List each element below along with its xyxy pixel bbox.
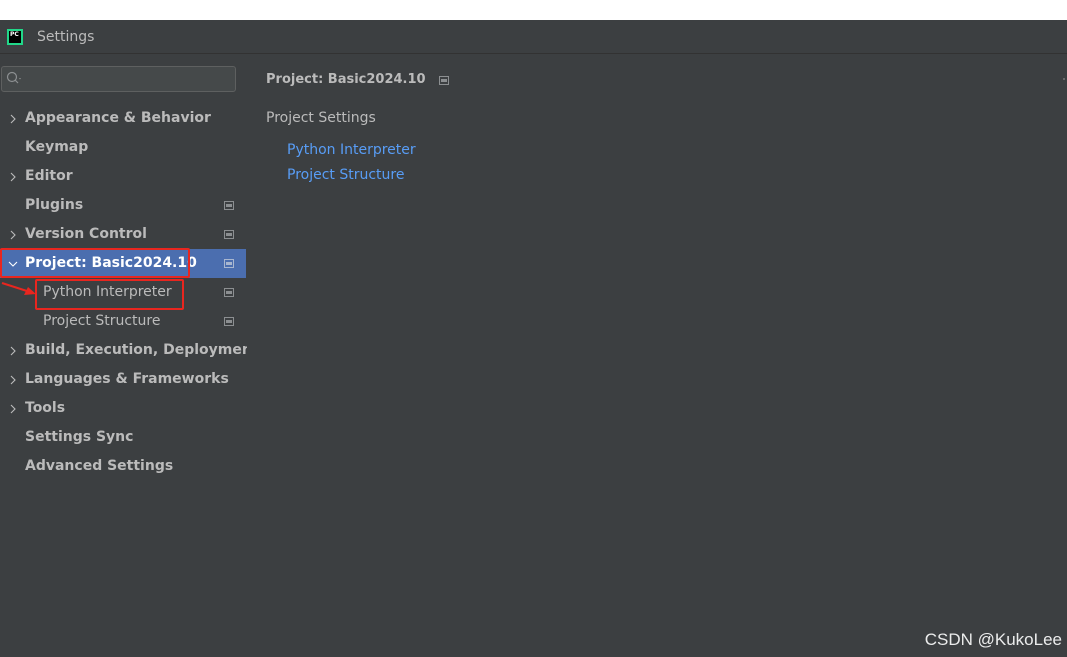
project-level-icon bbox=[224, 201, 234, 210]
project-level-icon bbox=[224, 259, 234, 268]
section-title: Project Settings bbox=[266, 110, 376, 126]
tree-item-label: Languages & Frameworks bbox=[25, 371, 229, 387]
tree-item-advanced-settings[interactable]: Advanced Settings bbox=[0, 452, 246, 481]
chevron-right-icon[interactable] bbox=[7, 104, 19, 133]
watermark: CSDN @KukoLee bbox=[924, 630, 1062, 649]
tree-item-settings-sync[interactable]: Settings Sync bbox=[0, 423, 246, 452]
link-python-interpreter[interactable]: Python Interpreter bbox=[287, 142, 416, 158]
chevron-right-icon[interactable] bbox=[7, 162, 19, 191]
breadcrumb: Project: Basic2024.10 bbox=[266, 71, 449, 89]
tree-item-tools[interactable]: Tools bbox=[0, 394, 246, 423]
tree-item-label: Version Control bbox=[25, 226, 147, 242]
tree-item-keymap[interactable]: Keymap bbox=[0, 133, 246, 162]
title-bar: PC Settings bbox=[0, 20, 1067, 54]
tree-item-label: Appearance & Behavior bbox=[25, 110, 211, 126]
tree-item-label: Settings Sync bbox=[25, 429, 134, 445]
settings-sidebar: Appearance & Behavior Keymap Editor Plug… bbox=[0, 54, 259, 657]
tree-item-version-control[interactable]: Version Control bbox=[0, 220, 246, 249]
tree-item-label: Python Interpreter bbox=[43, 284, 172, 300]
tree-item-appearance[interactable]: Appearance & Behavior bbox=[0, 104, 246, 133]
tree-item-project[interactable]: Project: Basic2024.10 bbox=[0, 249, 246, 278]
red-arrow-icon bbox=[1, 282, 36, 295]
tree-item-label: Tools bbox=[25, 400, 66, 416]
chevron-right-icon[interactable] bbox=[7, 394, 19, 423]
settings-content: Project: Basic2024.10 Project Settings P… bbox=[247, 54, 1067, 657]
chevron-right-icon[interactable] bbox=[7, 365, 19, 394]
search-input[interactable] bbox=[1, 66, 236, 92]
chevron-down-icon[interactable] bbox=[7, 249, 19, 278]
tree-item-label: Build, Execution, Deployment bbox=[25, 342, 259, 358]
project-level-icon bbox=[224, 230, 234, 239]
project-level-icon bbox=[224, 288, 234, 297]
settings-window: PC Settings Appearance & Behavior Keymap… bbox=[0, 20, 1067, 657]
tree-item-label: Advanced Settings bbox=[25, 458, 174, 474]
window-title: Settings bbox=[37, 28, 95, 45]
tree-item-label: Project Structure bbox=[43, 313, 161, 329]
link-project-structure[interactable]: Project Structure bbox=[287, 167, 404, 183]
project-level-icon bbox=[438, 75, 449, 85]
chevron-right-icon[interactable] bbox=[7, 336, 19, 365]
pycharm-app-icon: PC bbox=[7, 28, 23, 45]
tree-item-plugins[interactable]: Plugins bbox=[0, 191, 246, 220]
chevron-right-icon[interactable] bbox=[7, 220, 19, 249]
project-level-icon bbox=[224, 317, 234, 326]
tree-item-project-structure[interactable]: Project Structure bbox=[0, 307, 246, 336]
tree-item-label: Keymap bbox=[25, 139, 89, 155]
tree-item-label: Project: Basic2024.10 bbox=[25, 255, 197, 271]
tree-item-label: Editor bbox=[25, 168, 73, 184]
tree-item-build[interactable]: Build, Execution, Deployment bbox=[0, 336, 259, 365]
app-icon-text: PC bbox=[10, 30, 19, 38]
scroll-indicator bbox=[1063, 78, 1065, 80]
breadcrumb-text: Project: Basic2024.10 bbox=[266, 72, 426, 87]
tree-item-editor[interactable]: Editor bbox=[0, 162, 246, 191]
tree-item-languages[interactable]: Languages & Frameworks bbox=[0, 365, 246, 394]
search-icon bbox=[6, 71, 21, 84]
tree-item-label: Plugins bbox=[25, 197, 84, 213]
